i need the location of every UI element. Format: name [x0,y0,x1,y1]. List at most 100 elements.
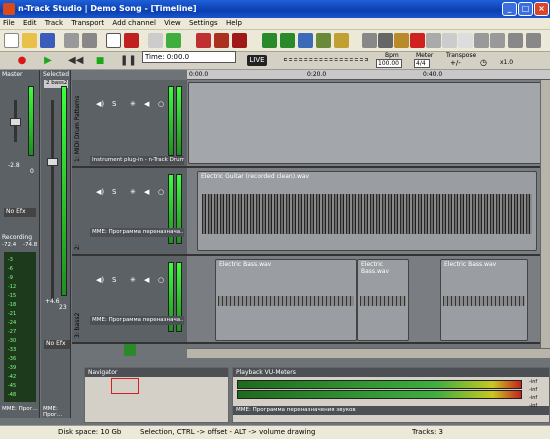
pause-button[interactable]: ❚❚ [120,55,137,67]
piano-roll-icon[interactable] [214,33,229,48]
track-device[interactable]: MME: Программа переназнача... [90,316,184,325]
piano-icon[interactable] [378,33,393,48]
guitar-clip[interactable]: Electric Guitar (recorded clean).wav [197,171,537,251]
master-efx-slot[interactable]: No Efx [4,208,36,217]
playback-device[interactable]: MME: Программа переназначения звуков [233,406,549,415]
snap-icon[interactable] [148,33,163,48]
tuner-icon[interactable] [232,33,247,48]
bass-clip[interactable]: Electric Bass.wav [440,259,528,341]
midi-clip[interactable] [188,82,543,164]
menu-file[interactable]: File [0,18,18,27]
speaker-icon[interactable]: ◀) [96,100,104,108]
stop-button[interactable]: ■ [94,55,106,67]
track-header[interactable]: 3: bass2 ◀) S ✳ ◀ ○ MME: Программа перен… [72,256,187,356]
position-slider[interactable] [284,58,368,61]
track-lane[interactable] [187,80,550,168]
solo-button[interactable]: S [112,188,116,196]
speaker-icon[interactable]: ◀) [96,188,104,196]
horizontal-scrollbar[interactable] [187,348,550,358]
arm-icon[interactable]: ◀ [144,100,149,108]
minimize-button[interactable]: _ [502,2,517,16]
record-tool-icon[interactable] [124,33,139,48]
selected-volume-value: +4.6 [45,298,60,305]
reverse-icon[interactable] [526,33,541,48]
arm-icon[interactable]: ◀ [144,188,149,196]
add-track-icon[interactable] [124,344,136,356]
fade-out-icon[interactable] [490,33,505,48]
play-button[interactable]: ▶ [42,55,54,67]
plugin-icon[interactable] [316,33,331,48]
cut-icon[interactable] [426,33,441,48]
transpose-label: Transpose [446,52,477,59]
track-device[interactable]: Instrument plug-in - n-Track Drums [90,156,184,165]
grid-icon[interactable] [362,33,377,48]
selected-efx-slot[interactable]: No Efx [44,340,70,349]
pointer-tool-icon[interactable] [106,33,121,48]
solo-button[interactable]: S [112,100,116,108]
record-arm-icon[interactable]: ○ [158,276,164,284]
recording-label: Recording [2,234,33,241]
menu-view[interactable]: View [161,18,184,27]
speaker-icon[interactable]: ◀) [96,276,104,284]
delete-icon[interactable] [410,33,425,48]
solo-button[interactable]: S [112,276,116,284]
menu-track[interactable]: Track [42,18,66,27]
menu-settings[interactable]: Settings [186,18,221,27]
navigator-panel[interactable]: Navigator [84,367,229,423]
normalize-icon[interactable] [508,33,523,48]
menu-add-channel[interactable]: Add channel [109,18,158,27]
phase-icon[interactable]: ✳ [130,276,136,284]
copy-icon[interactable] [442,33,457,48]
selected-volume-fader[interactable] [47,158,58,166]
master-volume-fader[interactable] [10,118,21,126]
transport-bar: ● ▶ ◀◀ ■ ❚❚ Bpm 100.00 Meter 4/4 Transpo… [0,52,550,70]
master-device-label[interactable]: MME: Прог... [2,406,38,412]
monitor-icon[interactable] [298,33,313,48]
record-arm-icon[interactable]: ○ [158,188,164,196]
mixer-icon[interactable] [262,33,277,48]
menu-edit[interactable]: Edit [20,18,40,27]
menu-transport[interactable]: Transport [68,18,107,27]
rewind-button[interactable]: ◀◀ [68,55,83,67]
track-lane[interactable]: Electric Guitar (recorded clean).wav [187,168,550,256]
new-file-icon[interactable] [4,33,19,48]
track-name[interactable]: 3: bass2 [74,258,84,338]
track-lane[interactable]: Electric Bass.wav Electric Bass.wav Elec… [187,256,550,344]
phase-icon[interactable]: ✳ [130,188,136,196]
navigator-viewport[interactable] [111,378,139,394]
phase-icon[interactable]: ✳ [130,100,136,108]
move-icon[interactable] [64,33,79,48]
meter-field[interactable]: 4/4 [414,59,430,68]
volume-tool-icon[interactable] [82,33,97,48]
mixer-2-icon[interactable] [280,33,295,48]
selected-device-label[interactable]: MME: Прог... [43,406,70,418]
track-name[interactable]: 1: MIDI Drum Patterns [74,82,84,162]
track-header[interactable]: 2: ◀) S ✳ ◀ ○ MME: Программа переназнача… [72,168,187,256]
fx-icon[interactable] [334,33,349,48]
transpose-field[interactable]: +/- [450,59,461,67]
track-device[interactable]: MME: Программа переназнача... [90,228,184,237]
midi-icon[interactable] [196,33,211,48]
record-arm-icon[interactable]: ○ [158,100,164,108]
bass-clip[interactable]: Electric Bass.wav [357,259,409,341]
save-icon[interactable] [40,33,55,48]
vertical-scrollbar[interactable] [540,80,550,348]
maximize-button[interactable]: □ [518,2,533,16]
menu-help[interactable]: Help [223,18,245,27]
bpm-field[interactable]: 100.00 [376,59,402,68]
bass-clip[interactable]: Electric Bass.wav [215,259,357,341]
edit-icon[interactable] [394,33,409,48]
fade-in-icon[interactable] [474,33,489,48]
paste-icon[interactable] [458,33,473,48]
loop-icon[interactable] [166,33,181,48]
zoom-value[interactable]: x1.0 [500,59,513,66]
record-button[interactable]: ● [16,55,28,67]
track-name[interactable]: 2: [74,170,84,250]
track-header[interactable]: 1: MIDI Drum Patterns ◀) S ✳ ◀ ○ Instrum… [72,80,187,168]
master-vu-meter [28,86,34,156]
live-button[interactable]: LIVE [247,55,267,66]
close-button[interactable]: × [534,2,549,16]
open-folder-icon[interactable] [22,33,37,48]
db-tick: -45 [8,383,17,389]
arm-icon[interactable]: ◀ [144,276,149,284]
